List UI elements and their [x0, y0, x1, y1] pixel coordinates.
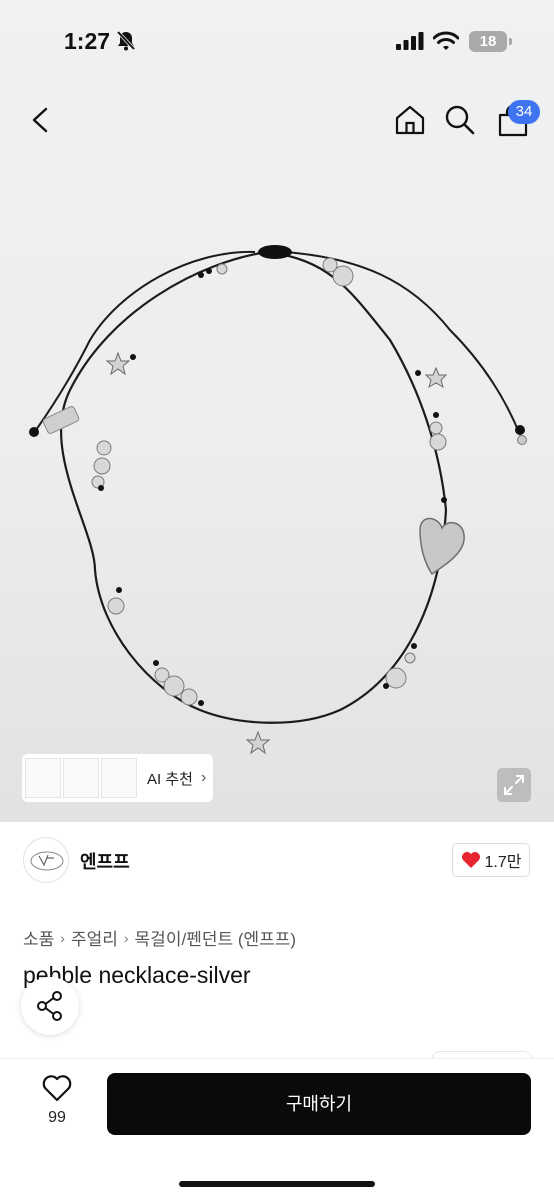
- seller-name[interactable]: 엔프프: [80, 848, 130, 874]
- back-arrow-icon[interactable]: [26, 104, 56, 136]
- ai-recommendation-strip[interactable]: AI 추천 ›: [22, 754, 213, 802]
- battery-icon: 18: [469, 31, 507, 52]
- chevron-right-icon: ›: [123, 929, 129, 946]
- heart-outline-icon: [42, 1075, 72, 1102]
- breadcrumb-item[interactable]: 소품: [23, 925, 54, 950]
- buy-button[interactable]: 구매하기: [107, 1073, 531, 1135]
- like-count: 1.7만: [484, 854, 522, 871]
- breadcrumb-item[interactable]: 목걸이/펜던트 (엔프프): [135, 925, 297, 950]
- thumbnail[interactable]: [101, 758, 137, 798]
- status-time: 1:27: [64, 28, 111, 54]
- expand-image-button[interactable]: [497, 768, 531, 802]
- bell-slash-icon: [116, 30, 136, 51]
- share-button[interactable]: [21, 977, 79, 1035]
- breadcrumb: 소품 › 주얼리 › 목걸이/펜던트 (엔프프): [23, 925, 296, 950]
- expand-icon: [504, 775, 524, 795]
- necklace-product-image: [29, 245, 527, 755]
- breadcrumb-item[interactable]: 주얼리: [71, 925, 118, 950]
- cart-count-badge: 34: [508, 100, 540, 124]
- status-bar: 1:27 18: [0, 0, 554, 84]
- like-button[interactable]: 1.7만: [452, 843, 530, 877]
- chevron-right-icon: ›: [200, 769, 207, 786]
- wifi-icon: [433, 31, 459, 50]
- ai-recommend-label: AI 추천: [147, 770, 193, 788]
- wishlist-count: 99: [48, 1109, 66, 1126]
- seller-row[interactable]: 엔프프 1.7만: [0, 834, 554, 886]
- chevron-right-icon: ›: [60, 929, 65, 946]
- share-icon: [37, 991, 62, 1021]
- home-indicator: [179, 1181, 375, 1187]
- heart-icon: [461, 852, 480, 868]
- seller-logo: [30, 851, 64, 871]
- battery-cap: [509, 38, 512, 45]
- thumbnail[interactable]: [63, 758, 99, 798]
- search-icon[interactable]: [444, 104, 476, 136]
- home-icon[interactable]: [394, 104, 426, 136]
- thumbnail[interactable]: [25, 758, 61, 798]
- wishlist-button[interactable]: 99: [30, 1074, 84, 1134]
- seller-avatar[interactable]: [23, 837, 69, 883]
- signal-icon: [396, 32, 424, 50]
